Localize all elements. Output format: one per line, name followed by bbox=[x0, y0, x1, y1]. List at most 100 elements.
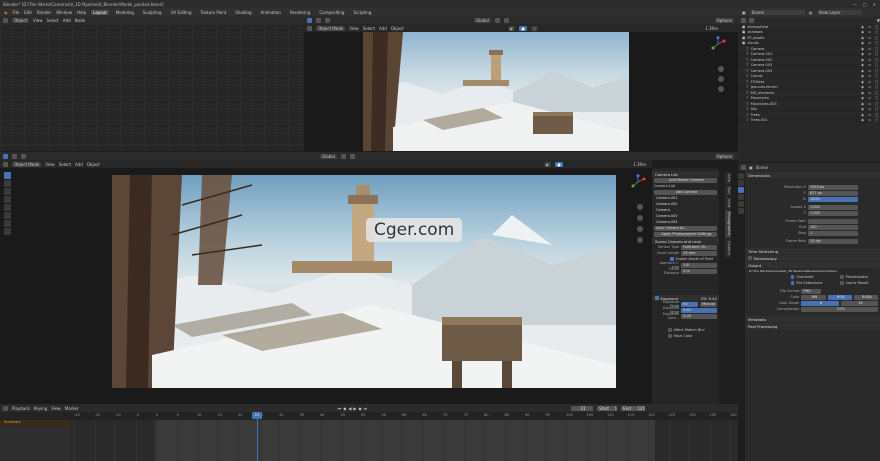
tab-shading[interactable]: Shading bbox=[233, 10, 253, 15]
view-layer-icon[interactable]: ▤ bbox=[809, 10, 813, 15]
camera-visibility-icon[interactable]: ▭ bbox=[868, 69, 873, 73]
focal-length-field[interactable]: 33 mm bbox=[681, 250, 717, 256]
bottom-viewport[interactable] bbox=[17, 168, 652, 404]
camera-visibility-icon[interactable]: ▭ bbox=[868, 47, 873, 51]
eye-icon[interactable]: ◉ bbox=[861, 85, 866, 89]
node-menu-select[interactable]: Select bbox=[47, 18, 59, 23]
eye-icon[interactable]: ◉ bbox=[861, 47, 866, 51]
output-properties-icon[interactable] bbox=[738, 187, 744, 193]
select-tweak-icon[interactable] bbox=[316, 17, 321, 23]
top-shading-render-button[interactable]: ○ bbox=[530, 25, 539, 31]
render-visibility-icon[interactable]: ▢ bbox=[875, 102, 880, 106]
apply-photographer-button[interactable]: Apply Photographer Settings bbox=[654, 231, 717, 237]
outliner-item[interactable]: ▽ grounds.terrain ◉ ▭ ▢ bbox=[738, 84, 880, 90]
camera-visibility-icon[interactable]: ▭ bbox=[868, 74, 873, 78]
bottom-pan-icon[interactable] bbox=[637, 215, 643, 221]
scale-tool-icon[interactable] bbox=[4, 204, 11, 211]
bottom-transform-orientation-select[interactable]: Global bbox=[320, 153, 337, 159]
render-visibility-icon[interactable]: ▢ bbox=[875, 118, 880, 122]
outliner-item[interactable]: ▽ Camera.001 ◉ ▭ ▢ bbox=[738, 51, 880, 57]
eye-icon[interactable]: ◉ bbox=[861, 63, 866, 67]
properties-editor-icon[interactable] bbox=[741, 164, 746, 170]
camera-visibility-icon[interactable]: ▭ bbox=[868, 41, 873, 45]
editor-type-icon[interactable] bbox=[3, 17, 8, 23]
frame-start-field[interactable] bbox=[807, 218, 858, 224]
transform-tool-icon[interactable] bbox=[4, 212, 11, 219]
exposure-comp-field[interactable]: 0.00 bbox=[681, 313, 717, 319]
tab-scripting[interactable]: Scripting bbox=[351, 10, 373, 15]
menu-window[interactable]: Window bbox=[56, 10, 72, 15]
stereoscopy-header[interactable]: Stereoscopy bbox=[745, 255, 880, 261]
eye-icon[interactable]: ◉ bbox=[861, 96, 866, 100]
render-visibility-icon[interactable]: ▢ bbox=[875, 107, 880, 111]
eye-icon[interactable]: ◉ bbox=[861, 107, 866, 111]
menu-edit[interactable]: Edit bbox=[24, 10, 32, 15]
bottom-select-box-icon[interactable] bbox=[3, 153, 8, 159]
render-visibility-icon[interactable]: ▢ bbox=[875, 91, 880, 95]
frame-step-field[interactable]: 1 bbox=[807, 230, 858, 236]
rotate-tool-icon[interactable] bbox=[4, 196, 11, 203]
timeline-editor-icon[interactable] bbox=[3, 405, 8, 411]
view-layer-properties-icon[interactable] bbox=[738, 194, 744, 200]
next-keyframe-icon[interactable]: ◆ bbox=[358, 406, 361, 411]
bottom-menu-select[interactable]: Select bbox=[59, 162, 71, 167]
compression-slider[interactable]: 15% bbox=[801, 306, 878, 312]
focus-distance-field[interactable]: 4 m bbox=[681, 268, 717, 274]
camera-visibility-icon[interactable]: ▭ bbox=[868, 96, 873, 100]
eye-icon[interactable]: ◉ bbox=[861, 80, 866, 84]
world-properties-icon[interactable] bbox=[738, 208, 744, 214]
resolution-x-field[interactable]: 1920 px bbox=[807, 184, 858, 190]
annotate-tool-icon[interactable] bbox=[4, 220, 11, 227]
eye-icon[interactable]: ◉ bbox=[861, 113, 866, 117]
render-visibility-icon[interactable]: ▢ bbox=[875, 85, 880, 89]
bottom-snap-icon[interactable] bbox=[340, 153, 346, 159]
outliner-item[interactable]: ▽ Clouds ◉ ▭ ▢ bbox=[738, 73, 880, 79]
tab-texture-paint[interactable]: Texture Paint bbox=[198, 10, 228, 15]
top-menu-add[interactable]: Add bbox=[379, 26, 387, 31]
close-icon[interactable]: ✕ bbox=[873, 2, 876, 7]
top-options-button[interactable]: Options bbox=[714, 17, 734, 23]
top-menu-select[interactable]: Select bbox=[363, 26, 375, 31]
outliner-item[interactable]: ▽ Trees.001 ◉ ▭ ▢ bbox=[738, 117, 880, 123]
bottom-shading-solid-button[interactable]: ● bbox=[555, 161, 563, 167]
render-visibility-icon[interactable]: ▢ bbox=[875, 36, 880, 40]
camera-visibility-icon[interactable]: ▭ bbox=[868, 80, 873, 84]
transform-orientation-select[interactable]: Global bbox=[474, 17, 491, 23]
tab-modeling[interactable]: Modeling bbox=[114, 10, 136, 15]
bottom-menu-add[interactable]: Add bbox=[75, 162, 83, 167]
proportional-edit-icon[interactable] bbox=[503, 17, 509, 23]
render-visibility-icon[interactable]: ▢ bbox=[875, 25, 880, 29]
outliner-item[interactable]: ▣ clouds ◉ ▭ ▢ bbox=[738, 40, 880, 46]
render-properties-icon[interactable] bbox=[738, 180, 744, 186]
camera-visibility-icon[interactable]: ▭ bbox=[868, 102, 873, 106]
add-master-camera-button[interactable]: Add Master Camera bbox=[654, 177, 717, 183]
color-rgb-button[interactable]: RGB bbox=[827, 294, 852, 300]
top-pan-icon[interactable] bbox=[718, 76, 724, 82]
bottom-proportional-edit-icon[interactable] bbox=[349, 153, 355, 159]
tab-rendering[interactable]: Rendering bbox=[288, 10, 312, 15]
resolution-y-field[interactable]: 817 px bbox=[807, 190, 858, 196]
bottom-viewport-editor-icon[interactable] bbox=[3, 161, 8, 167]
playhead-frame-indicator[interactable]: 21 bbox=[252, 412, 262, 419]
timeline-area[interactable]: -20-15-10-505101520253035404550556065707… bbox=[0, 412, 738, 461]
timeline-ruler[interactable]: -20-15-10-505101520253035404550556065707… bbox=[0, 412, 738, 420]
render-visibility-icon[interactable]: ▢ bbox=[875, 74, 880, 78]
tab-layout[interactable]: Layout bbox=[91, 9, 109, 15]
color-bw-button[interactable]: BW bbox=[801, 294, 826, 300]
minimize-icon[interactable]: — bbox=[853, 2, 857, 7]
bottom-viewport-mode[interactable]: Object Mode bbox=[12, 161, 42, 167]
render-visibility-icon[interactable]: ▢ bbox=[875, 69, 880, 73]
scene-selector[interactable]: Scene bbox=[749, 9, 805, 15]
play-icon[interactable]: ▶ bbox=[353, 406, 356, 411]
camera-visibility-icon[interactable]: ▭ bbox=[868, 52, 873, 56]
eye-icon[interactable]: ◉ bbox=[861, 69, 866, 73]
top-overlays-button[interactable]: ◐ bbox=[507, 25, 516, 31]
end-frame-field[interactable]: End 125 bbox=[621, 405, 646, 411]
overwrite-checkbox[interactable] bbox=[790, 275, 795, 279]
lock-camera-button[interactable]: Lock Camera to... bbox=[654, 225, 717, 231]
bottom-navigation-gizmo[interactable] bbox=[630, 174, 646, 190]
outliner-item[interactable]: ▽ Camera.004 ◉ ▭ ▢ bbox=[738, 68, 880, 74]
jump-end-icon[interactable]: ⏭ bbox=[364, 406, 368, 411]
tab-animation[interactable]: Animation bbox=[259, 10, 283, 15]
outliner-item[interactable]: ▽ Camera.003 ◉ ▭ ▢ bbox=[738, 62, 880, 68]
